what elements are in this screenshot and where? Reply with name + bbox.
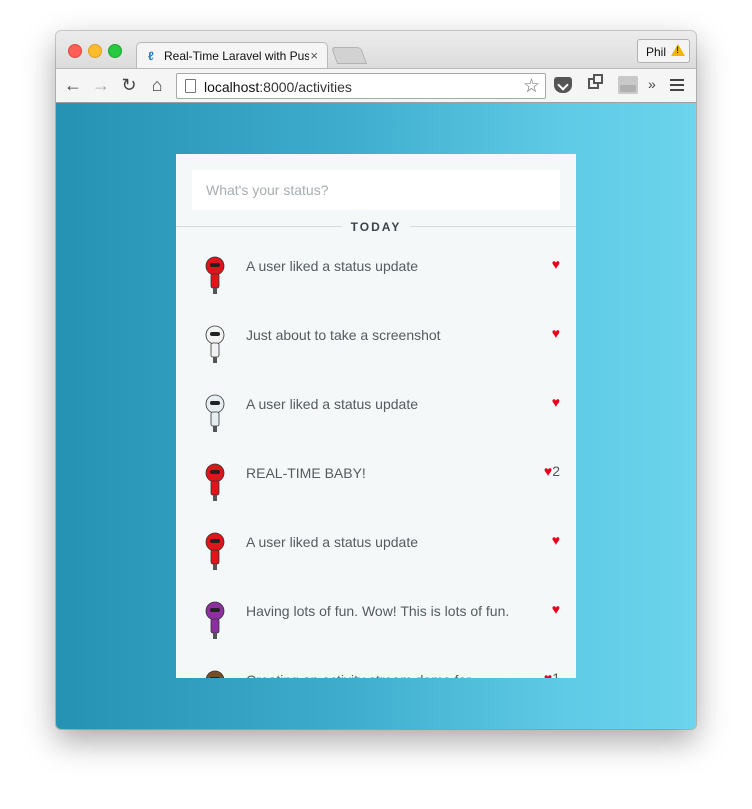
activity-text: Just about to take a screenshot: [246, 327, 441, 343]
like-count: 1: [552, 670, 560, 678]
warning-icon: [671, 44, 685, 56]
activity-text: REAL-TIME BABY!: [246, 465, 366, 481]
activity-text: A user liked a status update: [246, 534, 418, 550]
like-button[interactable]: ♥: [552, 601, 560, 617]
like-count: 2: [552, 463, 560, 479]
list-item: Creating an activity stream demo for ♥1: [176, 664, 576, 678]
section-label-today: TODAY: [342, 220, 410, 234]
silver-robot-icon: [205, 394, 225, 432]
activity-text: A user liked a status update: [246, 258, 418, 274]
list-item: A user liked a status update ♥: [176, 250, 576, 319]
list-item: A user liked a status update ♥: [176, 388, 576, 457]
tab-title: Real-Time Laravel with Pus: [164, 49, 309, 63]
like-button[interactable]: ♥2: [544, 463, 560, 479]
url-text: localhost:8000/activities: [204, 79, 352, 95]
like-button[interactable]: ♥: [552, 532, 560, 548]
forward-arrow-icon[interactable]: →: [91, 75, 111, 95]
list-item: Having lots of fun. Wow! This is lots of…: [176, 595, 576, 664]
browser-toolbar: ← → ↻ ⌂ localhost:8000/activities ☆ »: [56, 68, 696, 103]
heart-icon: ♥: [551, 601, 560, 617]
new-tab-button[interactable]: [330, 47, 368, 64]
address-bar[interactable]: localhost:8000/activities ☆: [176, 73, 546, 99]
list-item: A user liked a status update ♥: [176, 526, 576, 595]
like-button[interactable]: ♥: [552, 325, 560, 341]
heart-icon: ♥: [543, 463, 553, 479]
back-arrow-icon[interactable]: ←: [63, 75, 83, 95]
zoom-window-button[interactable]: [108, 44, 122, 58]
home-icon[interactable]: ⌂: [147, 75, 167, 95]
reload-icon[interactable]: ↻: [119, 75, 139, 95]
tab-close-icon[interactable]: ×: [310, 48, 318, 63]
heart-icon: ♥: [551, 394, 560, 410]
white-robot-icon: [205, 325, 225, 363]
activity-text: Having lots of fun. Wow! This is lots of…: [246, 603, 510, 619]
activity-text: A user liked a status update: [246, 396, 418, 412]
status-input[interactable]: [192, 170, 560, 210]
list-item: Just about to take a screenshot ♥: [176, 319, 576, 388]
like-button[interactable]: ♥: [552, 394, 560, 410]
profile-button[interactable]: Phil: [637, 39, 690, 63]
like-button[interactable]: ♥: [552, 256, 560, 272]
page-viewport: TODAY A user liked a status update♥Just …: [56, 103, 696, 729]
like-button[interactable]: ♥1: [544, 670, 560, 678]
pocket-icon[interactable]: [554, 77, 572, 93]
heart-icon: ♥: [551, 256, 560, 272]
red-robot-icon: [205, 532, 225, 570]
extension-avatar-icon[interactable]: [618, 76, 638, 94]
list-item: REAL-TIME BABY! ♥2: [176, 457, 576, 526]
activity-card: TODAY A user liked a status update♥Just …: [176, 154, 576, 678]
heart-icon: ♥: [551, 325, 560, 341]
activity-list: A user liked a status update ♥ Just about …: [176, 250, 576, 678]
browser-window: ℓ Real-Time Laravel with Pus × Phil ← → …: [56, 31, 696, 729]
bookmark-star-icon[interactable]: ☆: [523, 75, 540, 98]
purple-robot-icon: [205, 601, 225, 639]
tab-strip: ℓ Real-Time Laravel with Pus × Phil: [56, 31, 696, 69]
red-robot-icon: [205, 463, 225, 501]
red-robot-icon: [205, 256, 225, 294]
minimize-window-button[interactable]: [88, 44, 102, 58]
page-icon: [185, 79, 196, 93]
menu-icon[interactable]: [670, 79, 684, 91]
profile-name: Phil: [646, 45, 667, 59]
brown-robot-icon: [205, 670, 225, 678]
tab-active[interactable]: ℓ Real-Time Laravel with Pus ×: [136, 42, 328, 69]
heart-icon: ♥: [543, 670, 553, 678]
overflow-chevron-icon[interactable]: »: [648, 76, 656, 92]
activity-text: Creating an activity stream demo for: [246, 672, 516, 678]
heart-icon: ♥: [551, 532, 560, 548]
close-window-button[interactable]: [68, 44, 82, 58]
extension-windows-icon[interactable]: [588, 74, 603, 89]
laravel-favicon-icon: ℓ: [148, 49, 154, 63]
